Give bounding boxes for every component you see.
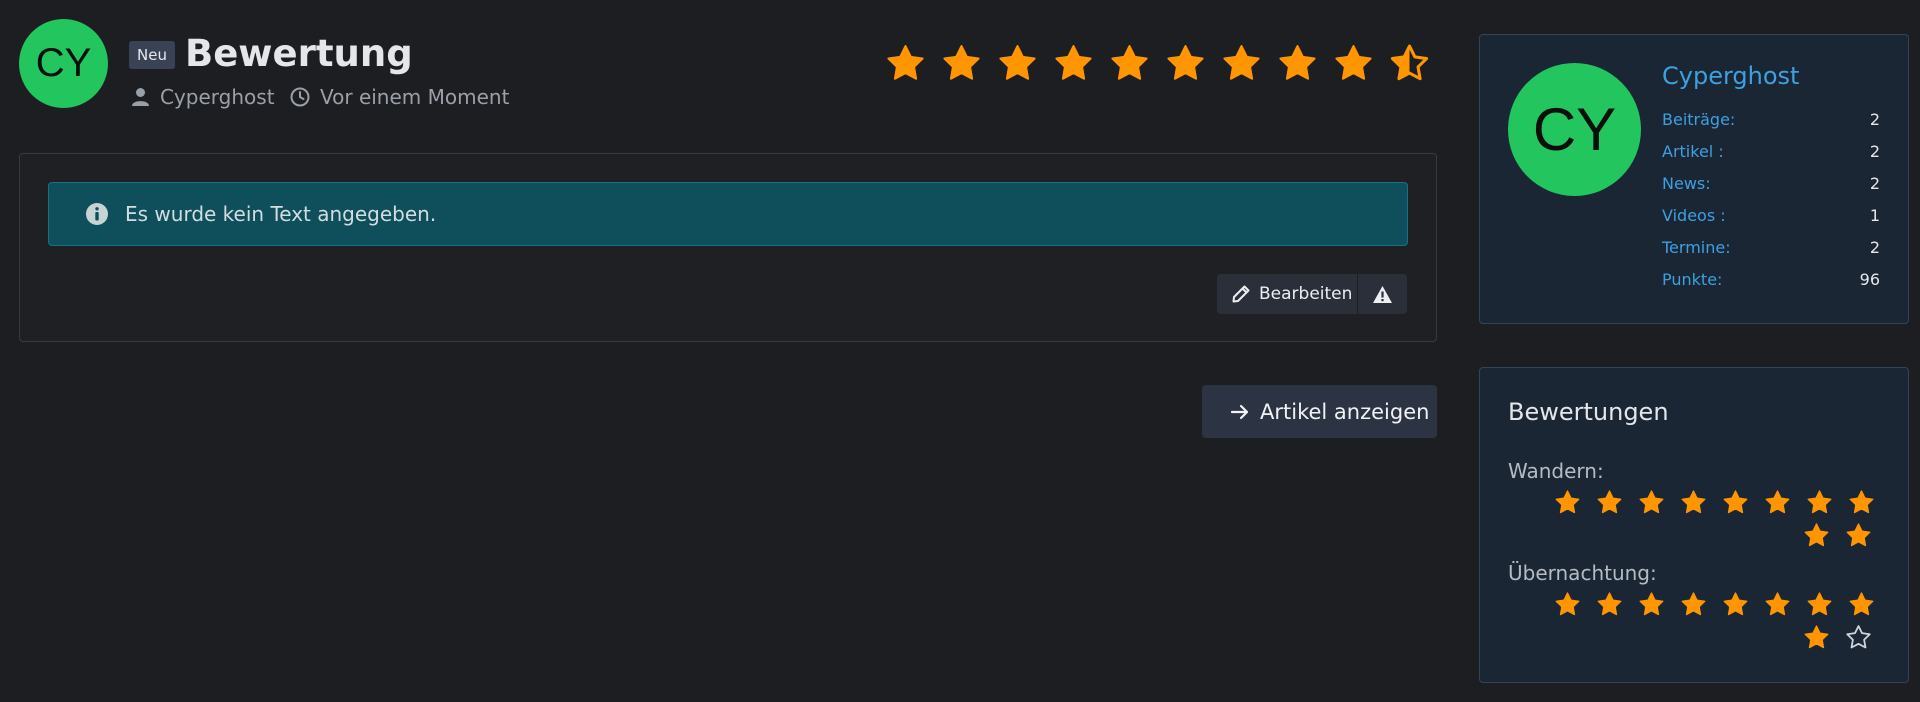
stat-label-posts[interactable]: Beiträge: bbox=[1662, 110, 1735, 129]
stat-label-events[interactable]: Termine: bbox=[1662, 238, 1731, 257]
rating-stars-overnight-row2 bbox=[1803, 624, 1872, 651]
star-icon bbox=[1807, 592, 1832, 616]
pencil-icon bbox=[1232, 285, 1250, 303]
review-time: Vor einem Moment bbox=[320, 85, 510, 109]
report-button[interactable] bbox=[1357, 274, 1407, 314]
author-name[interactable]: Cyperghost bbox=[160, 85, 275, 109]
stat-value-points: 96 bbox=[1859, 270, 1880, 289]
info-alert: Es wurde kein Text angegeben. bbox=[48, 182, 1408, 246]
star-icon bbox=[1055, 45, 1092, 80]
stat-value-articles: 2 bbox=[1869, 142, 1880, 161]
star-icon bbox=[943, 45, 980, 80]
star-icon bbox=[1681, 490, 1706, 514]
star-half-icon bbox=[1390, 44, 1429, 81]
stat-value-videos: 1 bbox=[1869, 206, 1880, 225]
review-rating-stars bbox=[885, 43, 1430, 84]
star-icon bbox=[1279, 45, 1316, 80]
star-icon bbox=[1167, 45, 1204, 80]
rating-stars-hiking-row2 bbox=[1803, 522, 1872, 549]
star-icon bbox=[1681, 592, 1706, 616]
profile-avatar[interactable]: CY bbox=[1508, 63, 1641, 196]
star-icon bbox=[999, 45, 1036, 80]
time-meta: Vor einem Moment bbox=[290, 84, 509, 110]
rating-stars-hiking bbox=[1554, 489, 1875, 516]
rating-label-hiking: Wandern: bbox=[1508, 459, 1604, 483]
star-icon bbox=[1804, 523, 1829, 547]
review-actions: Bearbeiten bbox=[1217, 274, 1407, 314]
star-icon bbox=[1335, 45, 1372, 80]
star-icon bbox=[1807, 490, 1832, 514]
author-avatar[interactable]: CY bbox=[19, 19, 108, 108]
rating-stars-overnight bbox=[1554, 591, 1875, 618]
edit-button[interactable]: Bearbeiten bbox=[1217, 274, 1357, 314]
stat-value-posts: 2 bbox=[1869, 110, 1880, 129]
star-icon bbox=[1597, 592, 1622, 616]
star-empty-icon bbox=[1846, 625, 1871, 649]
user-icon bbox=[132, 88, 149, 106]
info-alert-text: Es wurde kein Text angegeben. bbox=[125, 202, 437, 226]
stat-label-points[interactable]: Punkte: bbox=[1662, 270, 1722, 289]
star-icon bbox=[1846, 523, 1871, 547]
profile-name-link[interactable]: Cyperghost bbox=[1662, 62, 1799, 90]
star-icon bbox=[1111, 45, 1148, 80]
star-icon bbox=[1555, 490, 1580, 514]
star-icon bbox=[1723, 490, 1748, 514]
stat-value-events: 2 bbox=[1869, 238, 1880, 257]
arrow-right-icon bbox=[1230, 404, 1249, 419]
page-title: Bewertung bbox=[185, 32, 413, 75]
show-article-button[interactable]: Artikel anzeigen bbox=[1202, 385, 1437, 438]
stat-label-articles[interactable]: Artikel : bbox=[1662, 142, 1724, 161]
star-icon bbox=[1723, 592, 1748, 616]
edit-button-label: Bearbeiten bbox=[1259, 284, 1353, 304]
star-icon bbox=[887, 45, 924, 80]
star-icon bbox=[1765, 592, 1790, 616]
new-badge: Neu bbox=[129, 41, 175, 69]
stat-label-videos[interactable]: Videos : bbox=[1662, 206, 1726, 225]
stat-label-news[interactable]: News: bbox=[1662, 174, 1711, 193]
star-icon bbox=[1555, 592, 1580, 616]
star-icon bbox=[1849, 592, 1874, 616]
star-icon bbox=[1765, 490, 1790, 514]
star-icon bbox=[1223, 45, 1260, 80]
star-icon bbox=[1597, 490, 1622, 514]
rating-label-overnight: Übernachtung: bbox=[1508, 561, 1657, 585]
clock-icon bbox=[290, 87, 310, 107]
star-icon bbox=[1804, 625, 1829, 649]
star-icon bbox=[1849, 490, 1874, 514]
star-icon bbox=[1639, 592, 1664, 616]
author-meta[interactable]: Cyperghost bbox=[131, 84, 275, 110]
info-icon bbox=[86, 203, 108, 225]
warning-icon bbox=[1373, 285, 1392, 303]
star-icon bbox=[1639, 490, 1664, 514]
profile-avatar-initials: CY bbox=[1532, 96, 1617, 163]
show-article-label: Artikel anzeigen bbox=[1260, 399, 1430, 424]
stat-value-news: 2 bbox=[1869, 174, 1880, 193]
ratings-title: Bewertungen bbox=[1508, 398, 1669, 426]
author-avatar-initials: CY bbox=[35, 41, 92, 85]
